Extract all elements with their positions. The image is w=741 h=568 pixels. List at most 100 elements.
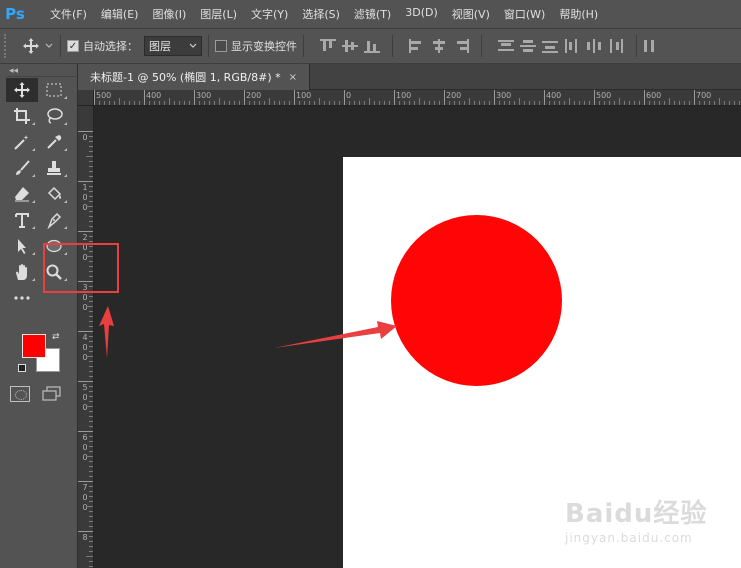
- ruler-minor-tick: [174, 101, 175, 105]
- ruler-minor-tick: [89, 421, 93, 422]
- ruler-minor-tick: [89, 301, 93, 302]
- document-tab-title: 未标题-1 @ 50% (椭圆 1, RGB/8#) *: [90, 71, 281, 84]
- ruler-minor-tick: [86, 156, 93, 157]
- ruler-minor-tick: [729, 101, 730, 105]
- distribute-spacing-icon[interactable]: [643, 39, 659, 53]
- paint-bucket-tool[interactable]: [38, 182, 70, 206]
- ruler-minor-tick: [89, 551, 93, 552]
- ruler-tick-text: 200: [446, 91, 462, 100]
- ruler-minor-tick: [524, 101, 525, 105]
- ruler-minor-tick: [89, 161, 93, 162]
- ruler-minor-tick: [179, 101, 180, 105]
- path-selection-tool[interactable]: [6, 234, 38, 258]
- ruler-minor-tick: [509, 101, 510, 105]
- ruler-minor-tick: [389, 101, 390, 105]
- photoshop-logo: Ps: [5, 5, 25, 23]
- ruler-minor-tick: [579, 101, 580, 105]
- ruler-minor-tick: [89, 466, 93, 467]
- menu-window[interactable]: 窗口(W): [504, 6, 545, 22]
- ruler-minor-tick: [224, 101, 225, 105]
- menu-image[interactable]: 图像(I): [152, 6, 186, 22]
- align-vertical-centers-icon[interactable]: [342, 39, 358, 53]
- ruler-minor-tick: [714, 101, 715, 105]
- auto-select-target-value: 图层: [149, 40, 171, 53]
- screen-mode-icon[interactable]: [42, 386, 62, 402]
- align-top-edges-icon[interactable]: [320, 39, 336, 53]
- align-horizontal-centers-icon[interactable]: [431, 39, 447, 53]
- ruler-minor-tick: [89, 211, 93, 212]
- distribute-left-icon[interactable]: [564, 39, 580, 53]
- align-bottom-edges-icon[interactable]: [364, 39, 380, 53]
- menu-file[interactable]: 文件(F): [50, 6, 87, 22]
- ruler-minor-tick: [249, 101, 250, 105]
- horizontal-ruler[interactable]: 500 400 300 200 100 0 100 200 300 400 500 600 700: [94, 90, 741, 106]
- collapse-icon[interactable]: ◂◂: [9, 66, 18, 76]
- auto-select-checkbox[interactable]: ✓: [67, 40, 79, 52]
- menu-help[interactable]: 帮助(H): [559, 6, 598, 22]
- eyedropper-tool[interactable]: [38, 130, 70, 154]
- hand-tool[interactable]: [6, 260, 38, 284]
- type-tool[interactable]: [6, 208, 38, 232]
- menu-filter[interactable]: 滤镜(T): [354, 6, 391, 22]
- menu-3d[interactable]: 3D(D): [405, 6, 438, 22]
- ruler-minor-tick: [259, 101, 260, 105]
- ruler-tick-mark: [244, 90, 245, 105]
- quick-mask-icon[interactable]: [10, 386, 30, 402]
- vertical-ruler[interactable]: 01002003004005006007008: [78, 106, 94, 568]
- foreground-color[interactable]: [22, 334, 46, 358]
- options-bar-grip[interactable]: [4, 34, 14, 58]
- align-left-edges-icon[interactable]: [409, 39, 425, 53]
- ruler-minor-tick: [89, 501, 93, 502]
- ruler-minor-tick: [404, 101, 405, 105]
- ruler-minor-tick: [704, 101, 705, 105]
- ruler-minor-tick: [329, 101, 330, 105]
- distribute-bottom-icon[interactable]: [542, 39, 558, 53]
- clone-stamp-tool[interactable]: [38, 156, 70, 180]
- ruler-minor-tick: [434, 101, 435, 105]
- eyedropper-icon: [47, 135, 62, 149]
- ruler-minor-tick: [629, 101, 630, 105]
- ruler-minor-tick: [479, 101, 480, 105]
- pen-tool[interactable]: [38, 208, 70, 232]
- lasso-icon: [47, 108, 63, 124]
- magic-wand-tool[interactable]: [6, 130, 38, 154]
- divider: [303, 35, 304, 57]
- auto-select-target-select[interactable]: 图层: [144, 36, 202, 56]
- ruler-origin[interactable]: [78, 90, 94, 106]
- swap-colors-icon[interactable]: ⇄: [52, 332, 60, 342]
- distribute-right-icon[interactable]: [608, 39, 624, 53]
- document-tab[interactable]: 未标题-1 @ 50% (椭圆 1, RGB/8#) * ×: [78, 64, 310, 90]
- distribute-vertical-centers-icon[interactable]: [520, 39, 536, 53]
- ruler-minor-tick: [89, 226, 93, 227]
- edit-toolbar-button[interactable]: [6, 286, 38, 310]
- menu-select[interactable]: 选择(S): [302, 6, 340, 22]
- ruler-minor-tick: [619, 98, 620, 105]
- ruler-minor-tick: [724, 101, 725, 105]
- red-circle-shape[interactable]: [391, 215, 562, 386]
- default-colors-icon[interactable]: [18, 364, 26, 372]
- marquee-tool[interactable]: [38, 78, 70, 102]
- show-transform-checkbox[interactable]: [215, 40, 227, 52]
- lasso-tool[interactable]: [38, 104, 70, 128]
- ruler-minor-tick: [299, 101, 300, 105]
- menu-edit[interactable]: 编辑(E): [101, 6, 139, 22]
- close-icon[interactable]: ×: [289, 72, 297, 83]
- menu-type[interactable]: 文字(Y): [251, 6, 288, 22]
- align-right-edges-icon[interactable]: [453, 39, 469, 53]
- menu-layer[interactable]: 图层(L): [200, 6, 237, 22]
- distribute-top-icon[interactable]: [498, 39, 514, 53]
- tool-preset-picker[interactable]: [22, 37, 54, 55]
- menu-view[interactable]: 视图(V): [452, 6, 490, 22]
- move-tool[interactable]: [6, 78, 38, 102]
- ruler-minor-tick: [574, 101, 575, 105]
- ruler-minor-tick: [364, 101, 365, 105]
- ruler-minor-tick: [89, 401, 93, 402]
- brush-tool[interactable]: [6, 156, 38, 180]
- crop-tool[interactable]: [6, 104, 38, 128]
- ruler-minor-tick: [189, 101, 190, 105]
- distribute-horizontal-centers-icon[interactable]: [586, 39, 602, 53]
- brush-icon: [16, 160, 30, 175]
- ruler-minor-tick: [184, 101, 185, 105]
- eraser-tool[interactable]: [6, 182, 38, 206]
- ruler-minor-tick: [149, 101, 150, 105]
